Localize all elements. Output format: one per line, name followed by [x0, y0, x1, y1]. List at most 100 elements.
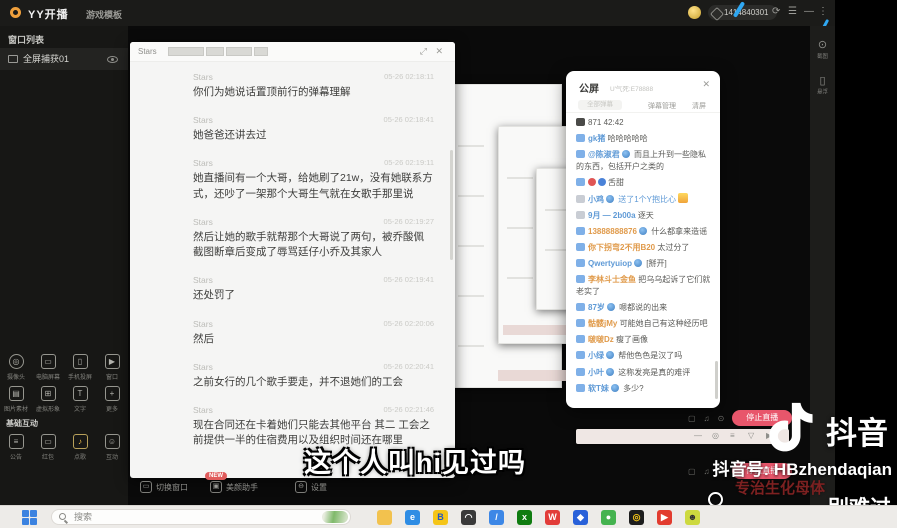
level-badge-icon — [576, 384, 585, 392]
tool-icon: ◎ — [9, 354, 24, 369]
tool-icon: ▯ — [73, 354, 88, 369]
tab-all-danmaku[interactable]: 全部弹幕 — [578, 100, 622, 110]
danmaku-text: 嗯都说的出来 — [619, 303, 667, 312]
chat-message: 05-26 02:19:27Stars然后让她的歌手就帮那个大哥说了两句，被乔酸… — [193, 217, 434, 260]
tool-电脑屏幕[interactable]: ▭电脑屏幕 — [32, 354, 64, 381]
message-text: 然后 — [193, 332, 434, 347]
fan-medal-icon — [607, 303, 615, 311]
level-badge-icon — [576, 195, 585, 203]
taskbar-app-xbox[interactable]: x — [517, 510, 532, 525]
chat-scrollbar[interactable] — [450, 150, 453, 260]
message-text: 然后让她的歌手就帮那个大哥说了两句，被乔酸佩截图断章后变成了辱骂廷仔小乔及其家人 — [193, 230, 434, 260]
tool-grid-elements: ▤图片素材⊞虚拟形象T文字+更多 — [0, 386, 128, 413]
danmaku-text: 送了1个Y抱比心 — [618, 195, 676, 204]
tool-窗口[interactable]: ▶窗口 — [96, 354, 128, 381]
message-text: 你们为她说话置顶前行的弹幕理解 — [193, 85, 434, 100]
chat-message-list[interactable]: 05-26 02:18:11Stars你们为她说话置顶前行的弹幕理解05-26 … — [130, 68, 448, 474]
tool-icon: ⊞ — [41, 386, 56, 401]
tool-grid-sources: ◎摄像头▭电脑屏幕▯手机投屏▶窗口 — [0, 354, 128, 381]
danmaku-text: 帮他色色是汉了吗 — [618, 351, 682, 360]
tool-更多[interactable]: +更多 — [96, 386, 128, 413]
tool-摄像头[interactable]: ◎摄像头 — [0, 354, 32, 381]
danmaku-message: 小鸡 送了1个Y抱比心 — [576, 193, 712, 206]
beauty-assistant-button[interactable]: ▣美颜助手 — [210, 481, 258, 493]
tool-手机投屏[interactable]: ▯手机投屏 — [64, 354, 96, 381]
close-icon[interactable]: ✕ — [435, 46, 443, 57]
search-highlight-image[interactable] — [322, 511, 348, 523]
menu-icon[interactable]: ☰ — [788, 5, 797, 19]
avatar-icon — [576, 118, 585, 126]
screen: YY开播 游戏模板 1414840301 ⟳ ☰ — ⋮ 窗口列表 全屏捕获01… — [0, 0, 897, 528]
message-sender: Stars — [193, 319, 213, 329]
monitor-icon — [8, 55, 18, 63]
level-badge-icon — [576, 335, 585, 343]
gift-icon — [678, 193, 688, 203]
chat-window-titlebar[interactable]: Stars ⤢ ✕ — [130, 42, 455, 62]
danmaku-message: Qwertyuiop [掰开] — [576, 258, 712, 270]
taskbar-app-app-dark[interactable]: ◠ — [461, 510, 476, 525]
window-icon[interactable]: ▢ — [688, 414, 696, 423]
eye-icon[interactable] — [107, 56, 118, 63]
float-window-button[interactable]: ▯ 悬浮 — [810, 74, 835, 96]
red-overlay-text: 专治生化母体 — [735, 477, 825, 498]
sidebar-item-fullscreen-capture[interactable]: 全屏捕获01 — [0, 48, 128, 70]
search-input[interactable]: 搜索 — [51, 509, 351, 525]
taskbar-app-wps[interactable]: W — [545, 510, 560, 525]
fan-medal-icon — [606, 351, 614, 359]
tab-game-template[interactable]: 游戏模板 — [86, 8, 122, 21]
video-caption: 这个人叫hi见过吗 — [0, 441, 830, 480]
taskbar-app-app-green[interactable]: ● — [601, 510, 616, 525]
taskbar-app-app-lime[interactable]: ☻ — [685, 510, 700, 525]
taskbar-app-app-blue-slash[interactable]: / — [489, 510, 504, 525]
taskbar-app-app-yellow[interactable]: B — [433, 510, 448, 525]
danmaku-username: Qwertyuiop — [588, 259, 632, 268]
message-sender: Stars — [193, 72, 213, 82]
danmaku-text: 什么都拿来造谣 — [651, 227, 707, 236]
tab-clear-screen[interactable]: 清屏 — [692, 101, 706, 111]
public-screen-title: 公屏 — [579, 80, 599, 95]
douyin-brand-text: 抖音 — [826, 408, 888, 453]
taskbar-app-app-blue[interactable]: ◆ — [573, 510, 588, 525]
more-icon[interactable]: ⋮ — [818, 5, 828, 19]
level-badge-icon — [576, 303, 585, 311]
close-icon[interactable]: ✕ — [702, 79, 710, 90]
tool-icon: ▭ — [41, 354, 56, 369]
danmaku-text: 太过分了 — [657, 243, 689, 252]
public-screen-tabs: 全部弹幕 弹幕管理 清屏 — [566, 97, 720, 113]
chat-message: 05-26 02:18:41Stars她爸爸还讲去过 — [193, 115, 434, 143]
message-time: 05-26 02:21:46 — [384, 405, 434, 414]
tool-文字[interactable]: T文字 — [64, 386, 96, 413]
settings-button[interactable]: ⊖设置 — [295, 481, 327, 493]
taskbar-app-file-explorer[interactable] — [377, 510, 392, 525]
minimize-icon[interactable]: — — [804, 5, 814, 19]
danmaku-list[interactable]: 871 42:42gk猪 哈哈哈哈哈@陈淑君 而且上升到一些隐私的东西，包括开户… — [566, 117, 720, 403]
tool-虚拟形象[interactable]: ⊞虚拟形象 — [32, 386, 64, 413]
danmaku-scrollbar[interactable] — [715, 361, 718, 399]
danmaku-text: 舌甜 — [608, 178, 624, 187]
message-time: 05-26 02:20:06 — [384, 319, 434, 328]
settings-icon[interactable]: ⊙ — [718, 414, 725, 423]
taskbar-app-app-red[interactable]: ▶ — [657, 510, 672, 525]
chat-message: 05-26 02:18:11Stars你们为她说话置顶前行的弹幕理解 — [193, 72, 434, 100]
tab-danmaku-manage[interactable]: 弹幕管理 — [648, 101, 676, 111]
danmaku-message: 871 42:42 — [576, 117, 712, 129]
avatar[interactable] — [688, 6, 701, 19]
gear-icon: ⊖ — [295, 481, 307, 493]
tool-图片素材[interactable]: ▤图片素材 — [0, 386, 32, 413]
taskbar-app-edge-browser[interactable]: e — [405, 510, 420, 525]
danmaku-message: 87岁 嗯都说的出来 — [576, 302, 712, 314]
message-sender: Stars — [193, 362, 213, 372]
message-sender: Stars — [193, 115, 213, 125]
danmaku-message: 小绿 帮他色色是汉了吗 — [576, 350, 712, 362]
music-icon[interactable]: ♫ — [704, 414, 710, 423]
switch-window-button[interactable]: ▭切换窗口 — [140, 481, 188, 493]
public-screen-note: U'气死:E78888 — [610, 83, 653, 93]
pin-icon[interactable]: ⤢ — [420, 46, 427, 57]
start-button[interactable] — [22, 510, 37, 525]
tool-icon: + — [105, 386, 120, 401]
chat-message: 05-26 02:20:41Stars之前女行的几个歌手要走，并不退她们的工会 — [193, 362, 434, 390]
taskbar-app-camera-app[interactable]: ◎ — [629, 510, 644, 525]
refresh-icon[interactable]: ⟳ — [772, 5, 780, 19]
screenshot-button[interactable]: ⊙ 截图 — [810, 38, 835, 60]
fan-medal-icon — [611, 384, 619, 392]
